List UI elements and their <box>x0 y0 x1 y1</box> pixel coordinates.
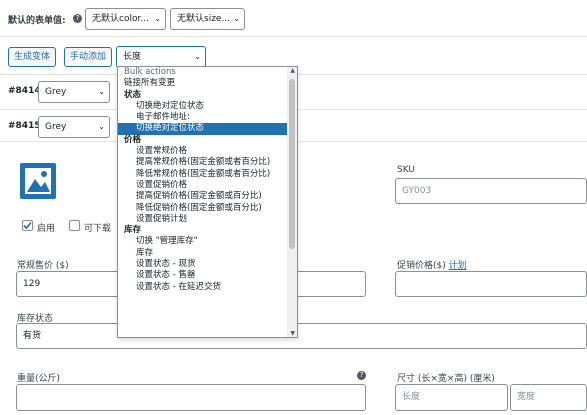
divider <box>0 36 587 37</box>
dropdown-option[interactable]: 降低促销价格(固定金额或百分比) <box>118 203 297 214</box>
variation-image-icon[interactable] <box>19 162 57 200</box>
scrollbar-thumb[interactable] <box>289 79 295 249</box>
sale-price-input[interactable] <box>395 271 587 297</box>
regular-price-label: 常规售价 ($) <box>17 261 69 271</box>
variation-id: #8414 <box>8 86 41 96</box>
default-color-select-value: 无默认color... <box>92 14 149 24</box>
weight-label: 重量(公斤) <box>17 374 61 384</box>
dropdown-option[interactable]: 提高促销价格(固定金额或百分比) <box>118 191 297 202</box>
downloadable-checkbox[interactable] <box>69 220 80 231</box>
dropdown-option[interactable]: 设置状态 - 在延迟交货 <box>118 282 297 293</box>
help-icon[interactable]: ? <box>357 371 366 380</box>
sku-input[interactable]: GY003 <box>395 178 587 204</box>
chevron-down-icon: ⌄ <box>233 14 240 23</box>
enabled-label: 启用 <box>37 224 56 234</box>
dropdown-option[interactable]: 提高常规价格(固定金额或者百分比) <box>118 157 297 168</box>
schedule-link[interactable]: 计划 <box>449 261 467 271</box>
variation-attribute-select[interactable]: Grey ⌄ <box>38 81 110 103</box>
bulk-actions-select-value: 长度 <box>123 52 142 62</box>
default-color-select[interactable]: 无默认color... ⌄ <box>85 8 166 30</box>
dropdown-option-highlighted[interactable]: 切换绝对定位状态 <box>118 123 297 135</box>
dropdown-group-inventory: 库存 <box>124 225 142 236</box>
dropdown-group-status: 状态 <box>124 89 142 100</box>
sale-price-label-text: 促销价格($) <box>397 261 446 271</box>
help-icon[interactable]: ? <box>73 14 82 23</box>
length-input[interactable]: 长度 <box>395 384 508 411</box>
dropdown-option[interactable]: 设置促销计划 <box>118 214 297 225</box>
variation-attribute-value: Grey <box>45 122 67 132</box>
scroll-up-icon[interactable]: ▲ <box>290 67 295 74</box>
variation-attribute-select[interactable]: Grey ⌄ <box>38 116 110 138</box>
variation-attribute-value: Grey <box>45 87 67 97</box>
default-size-select[interactable]: 无默认size... ⌄ <box>170 8 245 30</box>
enabled-checkbox[interactable] <box>22 220 33 231</box>
dropdown-option[interactable]: 切换 "管理库存" <box>118 236 297 247</box>
dropdown-option[interactable]: 设置状态 - 现货 <box>118 259 297 270</box>
chevron-down-icon: ⌄ <box>154 14 161 23</box>
manual-add-button[interactable]: 手动添加 <box>64 47 113 67</box>
stock-status-select[interactable]: 有货 <box>16 323 587 349</box>
dropdown-header: Bulk actions <box>124 67 176 77</box>
chevron-down-icon: ⌄ <box>194 52 201 61</box>
dimensions-label: 尺寸 (长×宽×高) (厘米) <box>397 374 495 384</box>
dropdown-scrollbar[interactable]: ▲ ▼ <box>287 67 297 337</box>
variation-id: #8415 <box>8 121 41 131</box>
bulk-actions-select[interactable]: 长度 ⌄ <box>116 46 206 68</box>
dropdown-option-link-all[interactable]: 链接所有变更 <box>118 78 297 89</box>
dropdown-group-price: 价格 <box>124 134 142 145</box>
bulk-actions-dropdown[interactable]: Bulk actions 链接所有变更 状态 切换绝对定位状态 电子邮件地址: … <box>117 66 298 338</box>
scroll-down-icon[interactable]: ▼ <box>290 330 295 337</box>
sku-label: SKU <box>397 165 415 175</box>
chevron-down-icon: ⌄ <box>98 87 105 96</box>
default-form-values-label: 默认的表单值: <box>8 16 66 26</box>
dropdown-option[interactable]: 电子邮件地址: <box>118 112 297 123</box>
chevron-down-icon: ⌄ <box>98 122 105 131</box>
dropdown-option[interactable]: 设置状态 - 售罄 <box>118 270 297 281</box>
dropdown-option[interactable]: 设置促销价格 <box>118 180 297 191</box>
default-size-select-value: 无默认size... <box>177 14 231 24</box>
dropdown-option[interactable]: 设置常规价格 <box>118 146 297 157</box>
dropdown-option[interactable]: 降低常规价格(固定金额或者百分比) <box>118 169 297 180</box>
sale-price-label: 促销价格($) 计划 <box>397 258 467 271</box>
generate-variations-button[interactable]: 生成变体 <box>8 47 57 67</box>
downloadable-label: 可下载 <box>84 224 112 234</box>
dropdown-option[interactable]: 库存 <box>118 248 297 259</box>
weight-input[interactable] <box>16 384 366 411</box>
dropdown-option[interactable]: 切换绝对定位状态 <box>118 101 297 112</box>
width-input[interactable]: 宽度 <box>510 384 587 411</box>
